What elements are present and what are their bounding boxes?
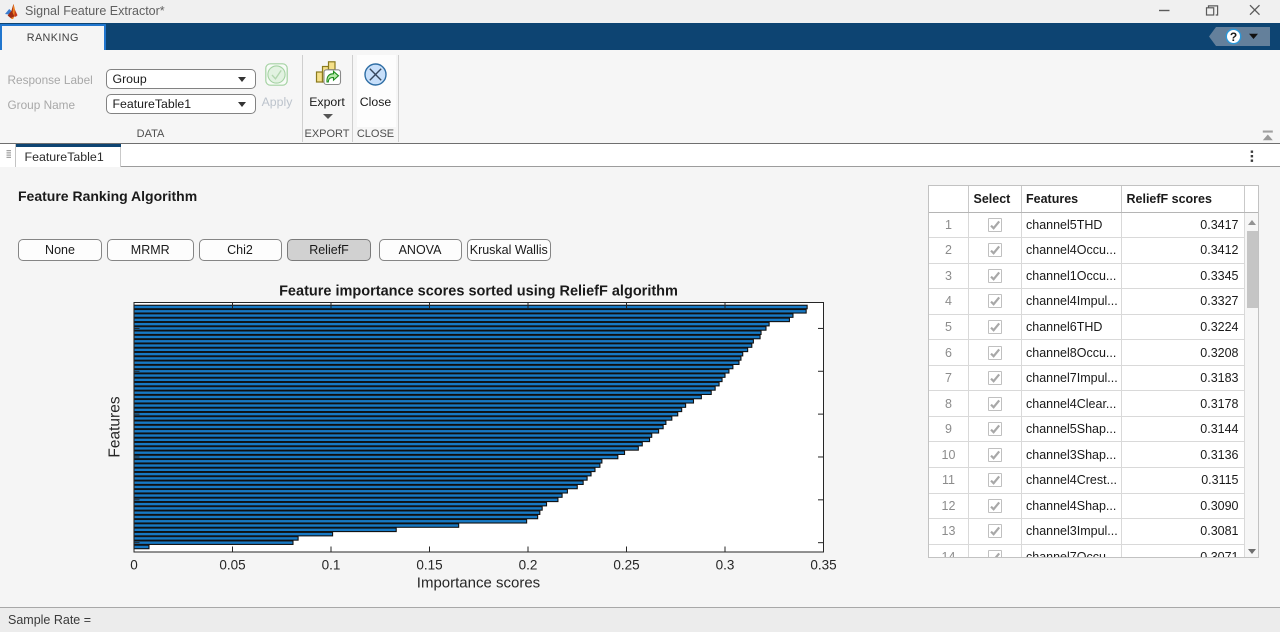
- svg-text:Features: Features: [107, 396, 124, 457]
- svg-text:Importance scores: Importance scores: [417, 575, 540, 592]
- svg-text:?: ?: [1230, 30, 1237, 44]
- svg-text:Feature importance scores sort: Feature importance scores sorted using R…: [279, 284, 678, 300]
- svg-text:0.3: 0.3: [716, 558, 735, 573]
- svg-text:0.35: 0.35: [810, 558, 836, 573]
- svg-text:0.1: 0.1: [322, 558, 341, 573]
- svg-text:0: 0: [130, 558, 138, 573]
- svg-text:0.15: 0.15: [416, 558, 442, 573]
- svg-text:0.25: 0.25: [613, 558, 639, 573]
- svg-text:0.2: 0.2: [519, 558, 538, 573]
- svg-text:0.05: 0.05: [219, 558, 245, 573]
